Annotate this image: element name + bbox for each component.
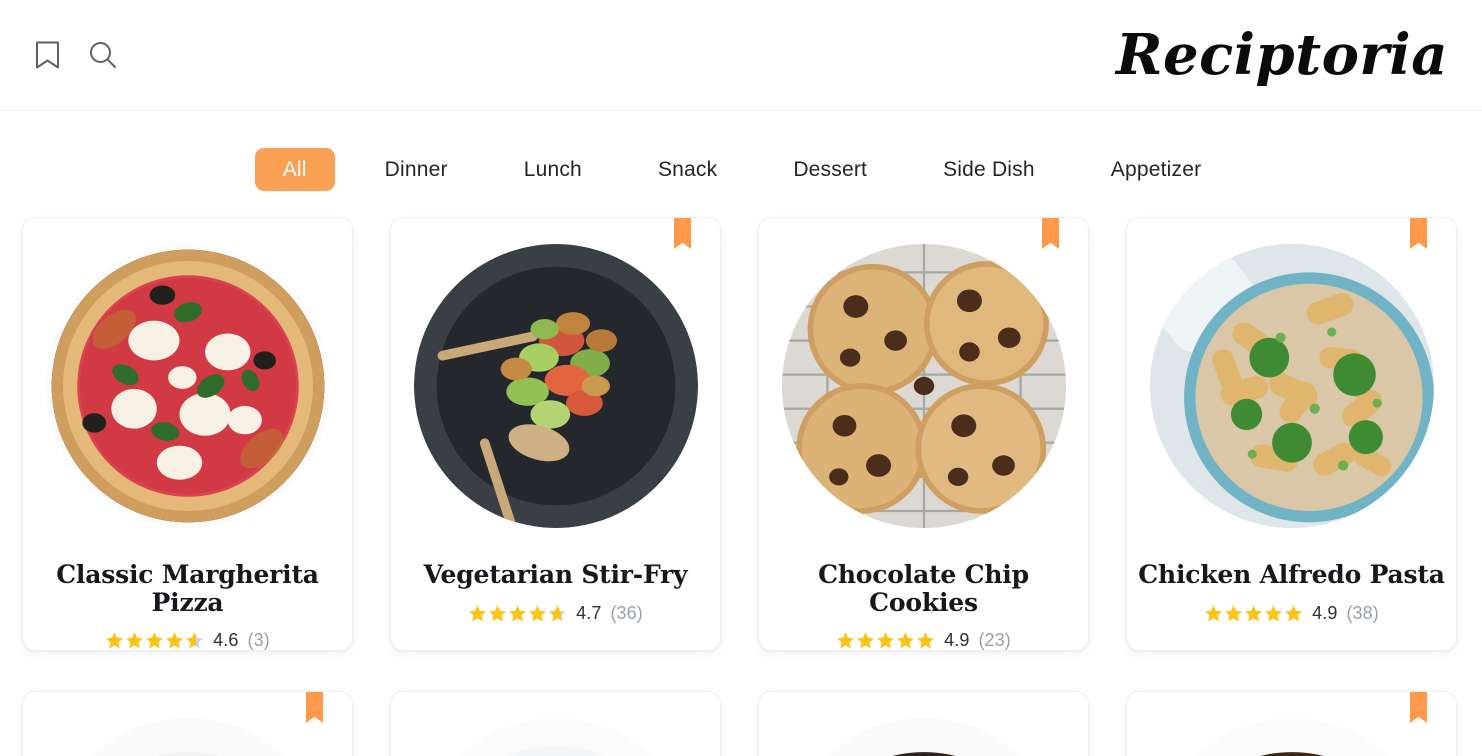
review-count: (36) <box>610 602 643 623</box>
star-icon <box>185 631 204 650</box>
recipe-rating: 4.6 (3) <box>105 630 270 650</box>
bookmark-ribbon-icon[interactable] <box>674 218 691 249</box>
header-icon-group <box>30 38 120 72</box>
star-rating-icons <box>836 631 935 650</box>
search-icon[interactable] <box>86 38 120 72</box>
recipe-image <box>45 718 330 756</box>
star-icon <box>896 631 915 650</box>
recipe-image <box>1149 718 1434 756</box>
star-icon <box>1204 604 1223 623</box>
star-icon <box>468 604 487 623</box>
tab-appetizer[interactable]: Appetizer <box>1085 148 1228 191</box>
rating-value: 4.6 <box>213 630 239 650</box>
star-icon <box>508 604 527 623</box>
star-icon <box>856 631 875 650</box>
recipe-card[interactable] <box>1126 691 1457 756</box>
recipe-grid: Classic Margherita Pizza 4.6 (3) Vegetar… <box>0 217 1482 756</box>
review-count: (23) <box>978 630 1011 650</box>
recipe-title: Chocolate Chip Cookies <box>818 560 1029 617</box>
bookmark-icon[interactable] <box>30 38 64 72</box>
app-logo: Reciptoria <box>1116 22 1448 88</box>
recipe-image <box>45 244 330 528</box>
tab-lunch[interactable]: Lunch <box>498 148 608 191</box>
recipe-image <box>413 244 698 528</box>
bookmark-ribbon-icon[interactable] <box>1410 218 1427 249</box>
star-icon <box>876 631 895 650</box>
bookmark-ribbon-icon[interactable] <box>1410 692 1427 723</box>
bookmark-ribbon-icon[interactable] <box>306 692 323 723</box>
star-icon <box>165 631 184 650</box>
star-icon <box>836 631 855 650</box>
recipe-title: Chicken Alfredo Pasta <box>1138 560 1445 589</box>
recipe-image <box>413 718 698 756</box>
star-icon <box>1244 604 1263 623</box>
star-rating-icons <box>105 631 204 650</box>
recipe-card[interactable] <box>390 691 721 756</box>
review-count: (3) <box>247 630 270 650</box>
tab-dessert[interactable]: Dessert <box>767 148 893 191</box>
tab-dinner[interactable]: Dinner <box>359 148 474 191</box>
recipe-card[interactable] <box>22 691 353 756</box>
star-icon <box>125 631 144 650</box>
category-tab-bar: All Dinner Lunch Snack Dessert Side Dish Appet… <box>0 111 1482 221</box>
recipe-card[interactable] <box>758 691 1089 756</box>
star-icon <box>1224 604 1243 623</box>
rating-value: 4.7 <box>576 602 602 623</box>
app-header: Reciptoria <box>0 0 1482 111</box>
bookmark-ribbon-icon[interactable] <box>1042 218 1059 249</box>
recipe-title: Classic Margherita Pizza <box>56 560 319 617</box>
recipe-card[interactable]: Chicken Alfredo Pasta 4.9 (38) <box>1126 217 1457 651</box>
recipe-rating: 4.9 (23) <box>836 630 1011 650</box>
recipe-card[interactable]: Vegetarian Stir-Fry 4.7 (36) <box>390 217 721 651</box>
recipe-card[interactable]: Chocolate Chip Cookies 4.9 (23) <box>758 217 1089 651</box>
star-icon <box>916 631 935 650</box>
recipe-rating: 4.9 (38) <box>1204 603 1379 624</box>
tab-all[interactable]: All <box>254 147 335 191</box>
recipe-title: Vegetarian Stir-Fry <box>423 560 688 589</box>
rating-value: 4.9 <box>1312 602 1338 623</box>
star-icon <box>548 604 567 623</box>
recipe-image <box>781 718 1066 756</box>
star-icon <box>1284 604 1303 623</box>
tab-snack[interactable]: Snack <box>632 148 743 191</box>
tab-side-dish[interactable]: Side Dish <box>917 148 1061 191</box>
recipe-rating: 4.7 (36) <box>468 603 643 624</box>
recipe-image <box>1149 244 1434 528</box>
star-rating-icons <box>468 604 567 623</box>
rating-value: 4.9 <box>944 630 970 650</box>
star-rating-icons <box>1204 604 1303 623</box>
recipe-image <box>781 244 1066 528</box>
star-icon <box>105 631 124 650</box>
star-icon <box>488 604 507 623</box>
star-icon <box>1264 604 1283 623</box>
star-icon <box>145 631 164 650</box>
review-count: (38) <box>1346 602 1379 623</box>
star-icon <box>528 604 547 623</box>
recipe-card[interactable]: Classic Margherita Pizza 4.6 (3) <box>22 217 353 651</box>
